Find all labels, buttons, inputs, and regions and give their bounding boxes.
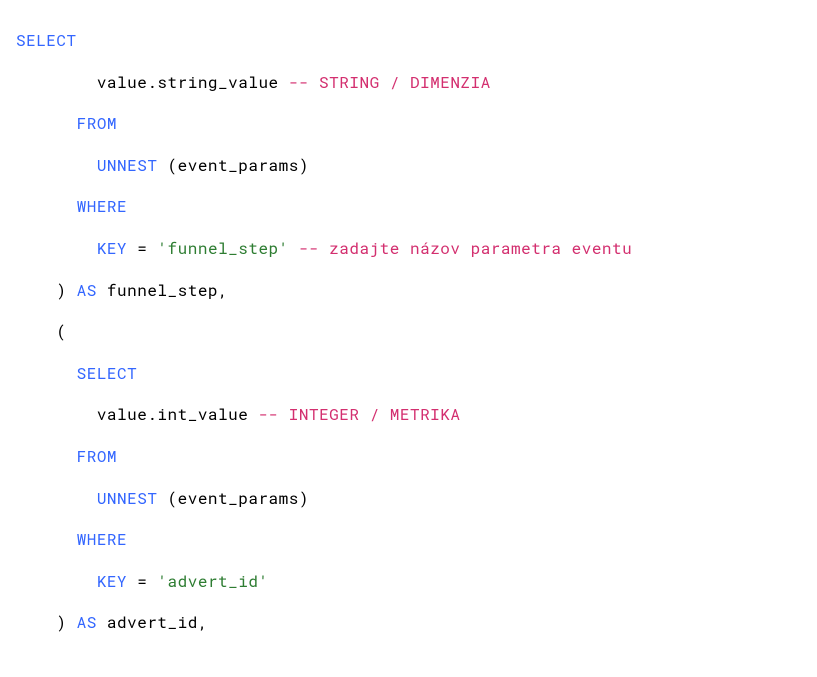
keyword-where: WHERE	[77, 529, 128, 550]
keyword-key: KEY	[97, 571, 127, 592]
alias: advert_id,	[97, 612, 208, 633]
unnest-args: (event_params)	[157, 488, 309, 509]
keyword-select: SELECT	[77, 363, 138, 384]
comment: -- STRING / DIMENZIA	[289, 72, 491, 93]
keyword-select: SELECT	[16, 30, 77, 51]
keyword-unnest: UNNEST	[97, 488, 158, 509]
keyword-where: WHERE	[77, 196, 128, 217]
keyword-from: FROM	[77, 113, 117, 134]
keyword-as: AS	[77, 612, 97, 633]
keyword-from: FROM	[77, 446, 117, 467]
sql-code-block: SELECT value.string_value -- STRING / DI…	[16, 20, 801, 644]
paren-close: )	[56, 280, 76, 301]
unnest-args: (event_params)	[157, 155, 309, 176]
paren-close: )	[56, 612, 76, 633]
expression: value.int_value	[97, 404, 249, 425]
comment: -- zadajte názov parametra eventu	[289, 238, 632, 259]
keyword-unnest: UNNEST	[97, 155, 158, 176]
paren-open: (	[56, 321, 66, 342]
comment: -- INTEGER / METRIKA	[258, 404, 460, 425]
string-literal: 'funnel_step'	[157, 238, 288, 259]
operator-eq: =	[127, 571, 157, 592]
expression: value.string_value	[97, 72, 279, 93]
keyword-as: AS	[77, 280, 97, 301]
keyword-key: KEY	[97, 238, 127, 259]
string-literal: 'advert_id'	[157, 571, 268, 592]
alias: funnel_step,	[97, 280, 228, 301]
operator-eq: =	[127, 238, 157, 259]
